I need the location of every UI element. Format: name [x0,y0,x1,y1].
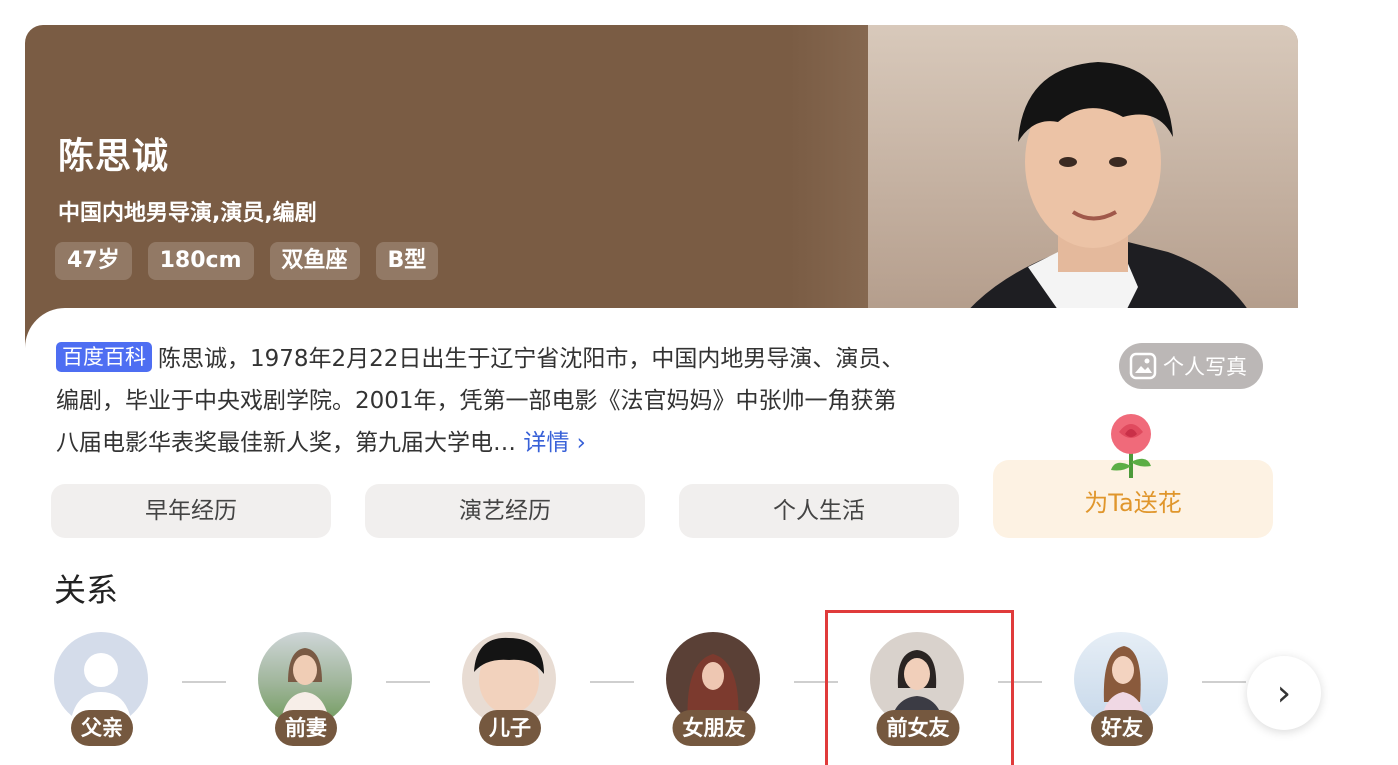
next-relations-button[interactable]: › [1247,656,1321,730]
connector-line [386,681,430,683]
blood-type-tag: B型 [375,242,439,280]
relation-label: 好友 [1091,710,1153,746]
relation-label: 父亲 [71,710,133,746]
details-link[interactable]: 详情 › [523,430,586,456]
connector-line [182,681,226,683]
panel-corner [905,308,1025,418]
highlight-box [825,610,1014,765]
personal-photos-label: 个人写真 [1163,355,1247,379]
zodiac-tag: 双鱼座 [269,242,360,280]
relation-ex-wife[interactable]: 前妻 [258,632,354,765]
person-card: 陈思诚 中国内地男导演,演员,编剧 47岁 180cm 双鱼座 B型 个人写真 … [25,25,1298,765]
personal-photos-button[interactable]: 个人写真 [1119,343,1263,389]
relation-label: 女朋友 [672,710,756,746]
person-occupation: 中国内地男导演,演员,编剧 [58,201,317,226]
personal-life-button[interactable]: 个人生活 [679,484,959,538]
relation-label: 儿子 [479,710,541,746]
connector-line [1202,681,1246,683]
chevron-right-icon: › [1276,672,1292,714]
relation-father[interactable]: 父亲 [54,632,150,765]
baike-badge[interactable]: 百度百科 [56,342,152,372]
relation-son[interactable]: 儿子 [462,632,558,765]
summary-text: 陈思诚，1978年2月22日出生于辽宁省沈阳市，中国内地男导演、演员、编剧，毕业… [56,346,905,456]
relation-friend[interactable]: 好友 [1074,632,1170,765]
early-life-button[interactable]: 早年经历 [51,484,331,538]
connector-line [590,681,634,683]
career-button[interactable]: 演艺经历 [365,484,645,538]
relation-label: 前妻 [275,710,337,746]
profile-tags: 47岁 180cm 双鱼座 B型 [55,242,439,280]
relation-girlfriend[interactable]: 女朋友 [666,632,762,765]
person-name: 陈思诚 [58,136,170,177]
photo-icon [1129,352,1157,380]
age-tag: 47岁 [55,242,132,280]
height-tag: 180cm [147,242,254,280]
rose-icon [1111,414,1151,478]
baike-summary: 百度百科 陈思诚，1978年2月22日出生于辽宁省沈阳市，中国内地男导演、演员、编… [56,338,906,464]
relations-title: 关系 [54,571,119,609]
